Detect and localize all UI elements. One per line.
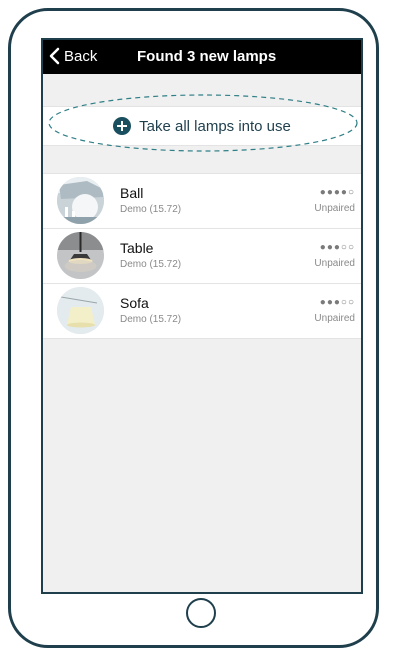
pair-status: Unpaired bbox=[314, 313, 355, 324]
back-button[interactable]: Back bbox=[49, 47, 97, 65]
lamp-subtitle: Demo (15.72) bbox=[120, 314, 182, 325]
app-screen: Back Found 3 new lamps Take all lamps in… bbox=[41, 38, 363, 594]
home-button[interactable] bbox=[186, 598, 216, 628]
sofa-lamp-image bbox=[57, 287, 104, 334]
lamp-subtitle: Demo (15.72) bbox=[120, 204, 182, 215]
pair-status: Unpaired bbox=[314, 258, 355, 269]
signal-strength-indicator: ●●●●○ bbox=[319, 187, 355, 198]
lamp-name: Sofa bbox=[120, 295, 149, 311]
lamp-row-ball[interactable]: Ball Demo (15.72) ●●●●○ Unpaired bbox=[43, 174, 361, 229]
signal-strength-indicator: ●●●○○ bbox=[319, 242, 355, 253]
lamp-subtitle: Demo (15.72) bbox=[120, 259, 182, 270]
take-all-lamps-button[interactable]: Take all lamps into use bbox=[43, 106, 361, 146]
lamp-row-sofa[interactable]: Sofa Demo (15.72) ●●●○○ Unpaired bbox=[43, 284, 361, 339]
page-title: Found 3 new lamps bbox=[137, 48, 277, 65]
lamp-row-table[interactable]: Table Demo (15.72) ●●●○○ Unpaired bbox=[43, 229, 361, 284]
table-lamp-image bbox=[57, 232, 104, 279]
lamp-list: Ball Demo (15.72) ●●●●○ Unpaired Table D… bbox=[43, 173, 361, 339]
take-all-label: Take all lamps into use bbox=[139, 117, 291, 135]
chevron-left-icon bbox=[49, 47, 60, 65]
pair-status: Unpaired bbox=[314, 203, 355, 214]
signal-strength-indicator: ●●●○○ bbox=[319, 297, 355, 308]
navigation-bar: Back Found 3 new lamps bbox=[43, 40, 361, 74]
ball-lamp-image bbox=[57, 177, 104, 224]
back-label: Back bbox=[64, 47, 98, 65]
plus-circle-icon bbox=[113, 117, 132, 135]
lamp-name: Ball bbox=[120, 185, 144, 201]
lamp-name: Table bbox=[120, 240, 154, 256]
